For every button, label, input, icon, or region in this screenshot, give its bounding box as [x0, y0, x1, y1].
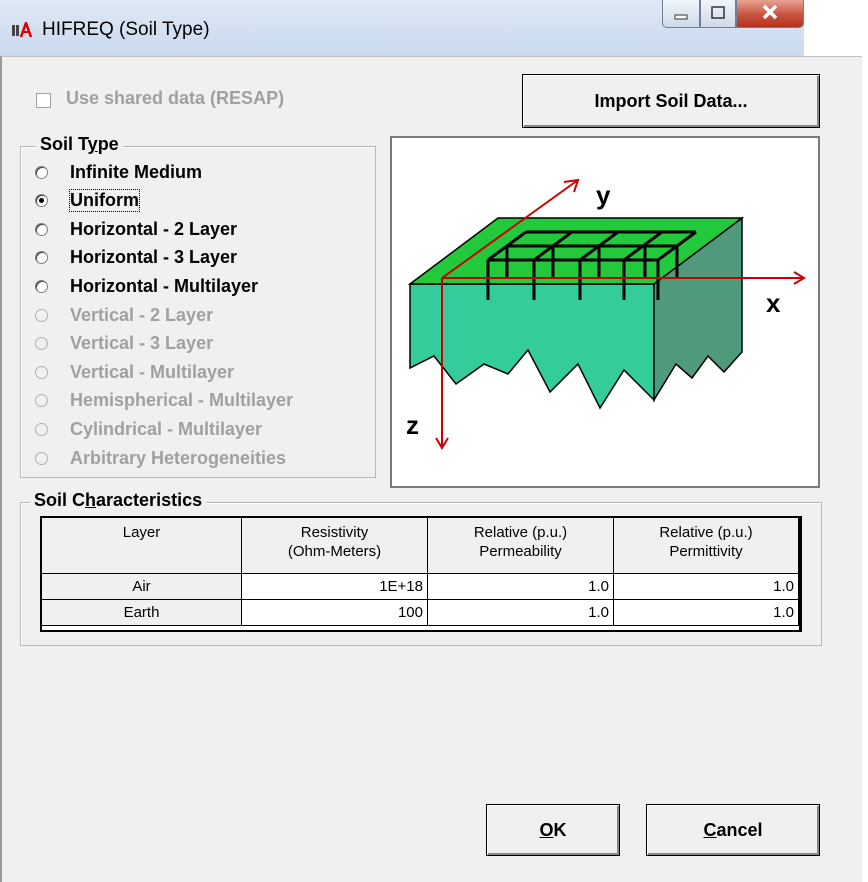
table-row-layer: Air	[42, 574, 242, 600]
radio-icon[interactable]	[35, 279, 48, 293]
cancel-button[interactable]: Cancel	[646, 804, 820, 856]
radio-icon	[35, 422, 48, 436]
soil-type-radio-label: Hemispherical - Multilayer	[70, 390, 294, 411]
radio-icon[interactable]	[35, 251, 48, 265]
header-permeability-line1: Relative (p.u.)	[473, 524, 568, 541]
soil-diagram: y x z	[390, 136, 820, 488]
ok-button[interactable]: OK	[486, 804, 620, 856]
soil-type-radio-label: Infinite Medium	[70, 161, 202, 182]
soil-diagram-svg: y x z	[406, 178, 806, 450]
table-cell-permeability[interactable]: 1.0	[428, 600, 614, 626]
window-title: HIFREQ (Soil Type)	[42, 19, 210, 40]
header-resistivity: Resistivity (Ohm-Meters)	[242, 518, 428, 574]
import-soil-data-button[interactable]: Import Soil Data...	[522, 74, 820, 128]
soil-type-radio[interactable]: Infinite Medium	[35, 160, 202, 184]
soil-type-radio[interactable]: Uniform	[35, 189, 140, 213]
soil-type-radio-label: Arbitrary Heterogeneities	[70, 447, 287, 468]
soil-characteristics-group-label: Soil Characteristics	[30, 490, 207, 511]
radio-icon	[35, 308, 48, 322]
import-soil-data-label: Import Soil Data...	[594, 90, 748, 111]
soil-type-radio[interactable]: Horizontal - Multilayer	[35, 274, 258, 298]
header-resistivity-line2: (Ohm-Meters)	[287, 543, 382, 560]
table-cell-permittivity[interactable]: 1.0	[614, 574, 799, 600]
header-permeability-line2: Permeability	[479, 543, 562, 560]
header-resistivity-line1: Resistivity	[300, 524, 369, 541]
table-cell-resistivity[interactable]: 100	[242, 600, 428, 626]
header-layer-label: Layer	[122, 524, 161, 541]
z-axis-label: z	[406, 410, 419, 440]
radio-icon	[35, 337, 48, 351]
radio-selected-icon[interactable]	[35, 194, 48, 208]
soil-type-radio: Vertical - 3 Layer	[35, 332, 213, 356]
table-cell-permeability[interactable]: 1.0	[428, 574, 614, 600]
soil-front-face	[409, 283, 655, 410]
use-shared-data-checkbox[interactable]	[36, 93, 51, 108]
maximize-icon	[711, 6, 725, 19]
minimize-icon	[674, 14, 688, 20]
hifreq-app-icon	[12, 22, 33, 38]
soil-type-radio: Vertical - Multilayer	[35, 360, 234, 384]
minimize-button[interactable]	[662, 0, 700, 28]
radio-icon	[35, 394, 48, 408]
soil-type-radio: Vertical - 2 Layer	[35, 303, 213, 327]
use-shared-data-label: Use shared data (RESAP)	[66, 88, 285, 108]
soil-type-group-label: Soil Type	[36, 134, 123, 155]
cancel-button-label: Cancel	[703, 819, 763, 840]
table-cell-permittivity[interactable]: 1.0	[614, 600, 799, 626]
maximize-button[interactable]	[700, 0, 736, 28]
soil-type-radio-label: Cylindrical - Multilayer	[70, 418, 263, 439]
soil-type-radio[interactable]: Horizontal - 2 Layer	[35, 217, 237, 241]
header-permittivity: Relative (p.u.) Permittivity	[614, 518, 799, 574]
soil-type-radio-label: Vertical - 2 Layer	[70, 304, 214, 325]
soil-type-radio: Cylindrical - Multilayer	[35, 417, 262, 441]
soil-type-radio-label: Vertical - Multilayer	[70, 361, 235, 382]
radio-icon[interactable]	[35, 165, 48, 179]
y-axis-label: y	[596, 180, 611, 210]
window-edge	[804, 0, 868, 56]
soil-type-radio-label: Uniform	[69, 189, 140, 213]
table-cell-resistivity[interactable]: 1E+18	[242, 574, 428, 600]
soil-type-radio-label: Vertical - 3 Layer	[70, 333, 214, 354]
header-layer: Layer	[42, 518, 242, 574]
soil-type-radio: Arbitrary Heterogeneities	[35, 446, 286, 470]
x-axis-label: x	[766, 288, 781, 318]
soil-characteristics-table: Layer Resistivity (Ohm-Meters) Relative …	[40, 516, 802, 632]
soil-type-radio: Hemispherical - Multilayer	[35, 389, 293, 413]
soil-type-radio[interactable]: Horizontal - 3 Layer	[35, 246, 237, 270]
soil-type-radio-label: Horizontal - 3 Layer	[70, 247, 238, 268]
soil-type-radio-label: Horizontal - Multilayer	[70, 275, 259, 296]
radio-icon	[35, 365, 48, 379]
close-icon	[762, 4, 778, 20]
close-button[interactable]	[736, 0, 804, 28]
header-permeability: Relative (p.u.) Permeability	[428, 518, 614, 574]
header-permittivity-line1: Relative (p.u.)	[659, 524, 753, 541]
table-row-layer: Earth	[42, 600, 242, 626]
header-permittivity-line2: Permittivity	[669, 543, 743, 560]
ok-button-label: OK	[539, 819, 567, 840]
soil-type-radio-label: Horizontal - 2 Layer	[70, 218, 238, 239]
radio-icon[interactable]	[35, 222, 48, 236]
radio-icon	[35, 451, 48, 465]
